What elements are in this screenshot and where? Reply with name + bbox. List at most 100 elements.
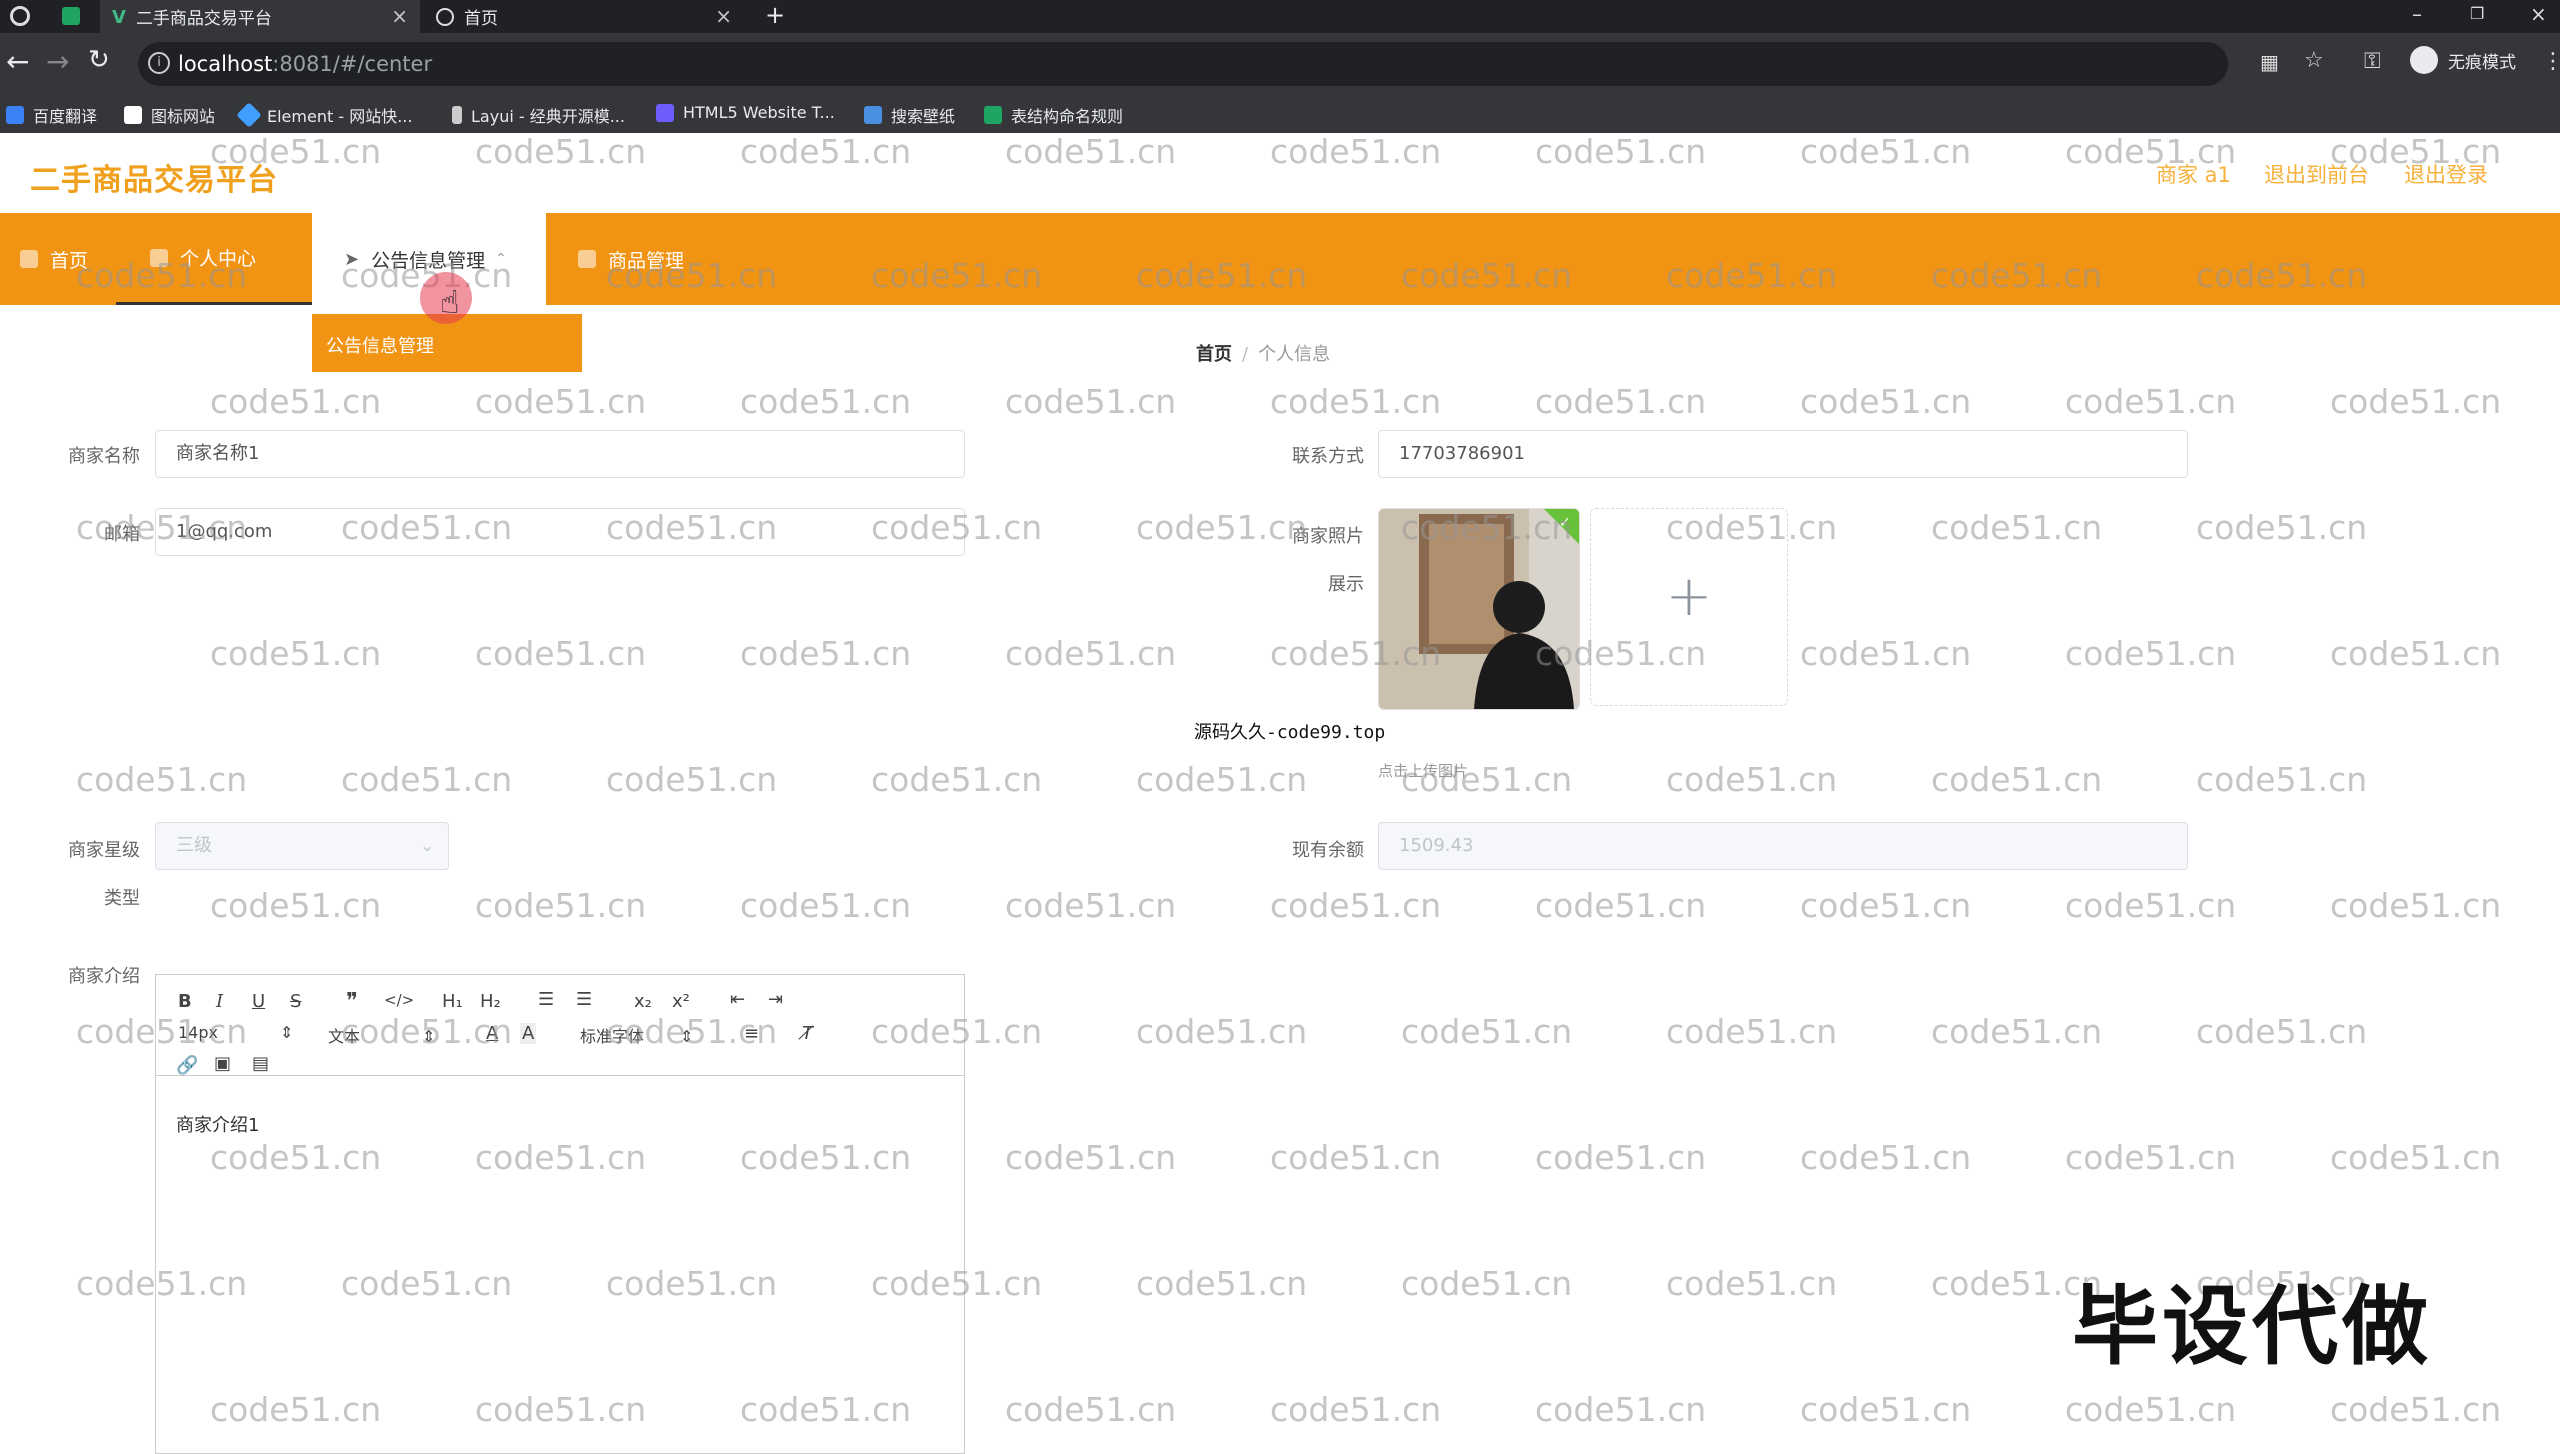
bookmark-item[interactable]: 百度翻译 (6, 103, 97, 127)
restore-icon[interactable]: ❐ (2470, 4, 2484, 23)
tab-close-icon[interactable]: × (391, 4, 408, 28)
photo-label: 商家照片 (1292, 526, 1364, 547)
user-icon (150, 248, 168, 267)
name-input[interactable]: 商家名称1 (155, 430, 965, 478)
site-title: 二手商品交易平台 (30, 163, 278, 198)
contact-input[interactable]: 17703786901 (1378, 430, 2188, 478)
subscript-icon[interactable]: x₂ (634, 991, 652, 1012)
watermark-text: code51.cn (1535, 1138, 1707, 1177)
tab-home[interactable]: 首页 × (424, 0, 744, 33)
editor-content[interactable]: 商家介绍1 (176, 1111, 259, 1137)
menu-dots-icon[interactable]: ⋮ (2542, 49, 2560, 74)
close-window-icon[interactable]: × (2530, 2, 2547, 26)
site-info-icon[interactable]: i (148, 52, 170, 74)
translate-icon[interactable]: ▦ (2260, 50, 2279, 74)
watermark-text: code51.cn (1666, 760, 1838, 799)
watermark-text: code51.cn (2196, 760, 2368, 799)
star-icon[interactable]: ☆ (2304, 48, 2324, 73)
goods-icon (578, 250, 596, 268)
bookmark-item[interactable]: Element - 网站快... (236, 102, 412, 128)
reload-icon[interactable]: ↻ (88, 45, 110, 75)
watermark-text: code51.cn (1535, 382, 1707, 421)
link-icon[interactable]: 🔗 (176, 1055, 198, 1076)
watermark-text: code51.cn (606, 760, 778, 799)
plus-icon: + (1665, 564, 1713, 629)
image-icon[interactable]: ▣ (214, 1053, 231, 1074)
watermark-text: code51.cn (475, 886, 647, 925)
nav-personal-center[interactable]: 个人中心 (116, 213, 312, 305)
upload-button[interactable]: + (1590, 508, 1788, 706)
forward-arrow-icon[interactable]: → (46, 45, 69, 78)
text-type-select[interactable]: 文本 ⇕ (328, 1023, 435, 1047)
bookmark-item[interactable]: HTML5 Website T... (656, 103, 835, 122)
breadcrumb-home[interactable]: 首页 (1196, 344, 1232, 365)
bookmarks-bar: 百度翻译 图标网站 Element - 网站快... Layui - 经典开源模… (0, 96, 2560, 134)
heading1-icon[interactable]: H₁ (442, 991, 463, 1012)
incognito-indicator[interactable]: 无痕模式 (2410, 46, 2516, 74)
chevron-up-icon: ⌃ (495, 251, 507, 267)
rich-text-editor[interactable]: B I U S ❞ </> H₁ H₂ ☰ ☰ x₂ x² ⇤ ⇥ 14px ⇕ … (155, 974, 965, 1454)
font-size-select[interactable]: 14px ⇕ (178, 1023, 293, 1042)
merchant-photo[interactable]: ✓ (1378, 508, 1580, 710)
tab-active[interactable]: V 二手商品交易平台 × (100, 0, 420, 33)
sheet-tab-icon[interactable] (62, 7, 80, 25)
url-field[interactable]: i localhost:8081/#/center ▦ ☆ (138, 42, 2324, 86)
email-input[interactable]: 1@qq.com (155, 508, 965, 556)
quote-icon[interactable]: ❞ (346, 989, 358, 1014)
watermark-text: code51.cn (2330, 634, 2502, 673)
new-tab-button[interactable]: + (765, 1, 785, 29)
editor-toolbar: B I U S ❞ </> H₁ H₂ ☰ ☰ x₂ x² ⇤ ⇥ 14px ⇕ … (156, 975, 964, 1076)
ordered-list-icon[interactable]: ☰ (538, 989, 554, 1010)
watermark-text: code51.cn (475, 634, 647, 673)
watermark-text: code51.cn (1535, 886, 1707, 925)
watermark-text: code51.cn (341, 760, 513, 799)
heading2-icon[interactable]: H₂ (480, 991, 501, 1012)
intro-label: 商家介绍 (68, 966, 140, 987)
indent-icon[interactable]: ⇥ (768, 989, 783, 1010)
level-select[interactable]: 三级 ⌄ (155, 822, 449, 870)
font-color-icon[interactable]: A (486, 1023, 498, 1044)
nav-goods-management[interactable]: 商品管理 (578, 213, 684, 305)
bookmark-item[interactable]: 图标网站 (124, 103, 215, 127)
watermark-text: code51.cn (2196, 1012, 2368, 1051)
tab-close-icon[interactable]: × (715, 4, 732, 28)
watermark-text: code51.cn (1535, 1390, 1707, 1429)
dropdown-item-notice[interactable]: 公告信息管理 (326, 332, 434, 358)
bookmark-icon (984, 106, 1002, 124)
watermark-text: code51.cn (2330, 382, 2502, 421)
bold-icon[interactable]: B (178, 991, 192, 1012)
level-label: 商家星级 (68, 840, 140, 861)
bookmark-item[interactable]: 表结构命名规则 (984, 103, 1123, 127)
minimize-icon[interactable]: – (2412, 2, 2422, 26)
italic-icon[interactable]: I (216, 991, 223, 1012)
balance-input[interactable]: 1509.43 (1378, 822, 2188, 870)
superscript-icon[interactable]: x² (672, 991, 690, 1012)
underline-icon[interactable]: U (252, 991, 265, 1012)
breadcrumb-current: 个人信息 (1258, 344, 1331, 365)
watermark-text: code51.cn (2196, 508, 2368, 547)
key-icon[interactable]: ⚿ (2364, 49, 2381, 74)
nav-home[interactable]: 首页 (20, 213, 88, 305)
bookmark-icon (6, 106, 24, 124)
bookmark-icon (864, 106, 882, 124)
watermark-text: code51.cn (1931, 508, 2103, 547)
back-arrow-icon[interactable]: ← (6, 45, 29, 78)
bullet-list-icon[interactable]: ☰ (576, 989, 592, 1010)
strike-icon[interactable]: S (290, 991, 301, 1012)
outdent-icon[interactable]: ⇤ (730, 989, 745, 1010)
watermark-text: code51.cn (871, 760, 1043, 799)
clear-format-icon[interactable]: T̸ (802, 1023, 813, 1044)
video-icon[interactable]: ▤ (252, 1053, 269, 1074)
upload-hint: 点击上传图片 (1378, 762, 1469, 780)
back-to-front-link[interactable]: 退出到前台 (2264, 159, 2369, 189)
logout-link[interactable]: 退出登录 (2404, 159, 2488, 189)
align-icon[interactable]: ≡ (744, 1023, 759, 1044)
main-nav: 首页 个人中心 ➤ 公告信息管理 ⌃ 商品管理 (0, 213, 2560, 305)
font-family-select[interactable]: 标准字体 ⇕ (580, 1023, 693, 1047)
code-icon[interactable]: </> (384, 991, 414, 1009)
background-color-icon[interactable]: A (520, 1023, 537, 1044)
bookmark-item[interactable]: Layui - 经典开源模... (452, 103, 625, 127)
bookmark-item[interactable]: 搜索壁纸 (864, 103, 955, 127)
bookmark-icon (124, 106, 142, 124)
watermark-text: code51.cn (1270, 382, 1442, 421)
